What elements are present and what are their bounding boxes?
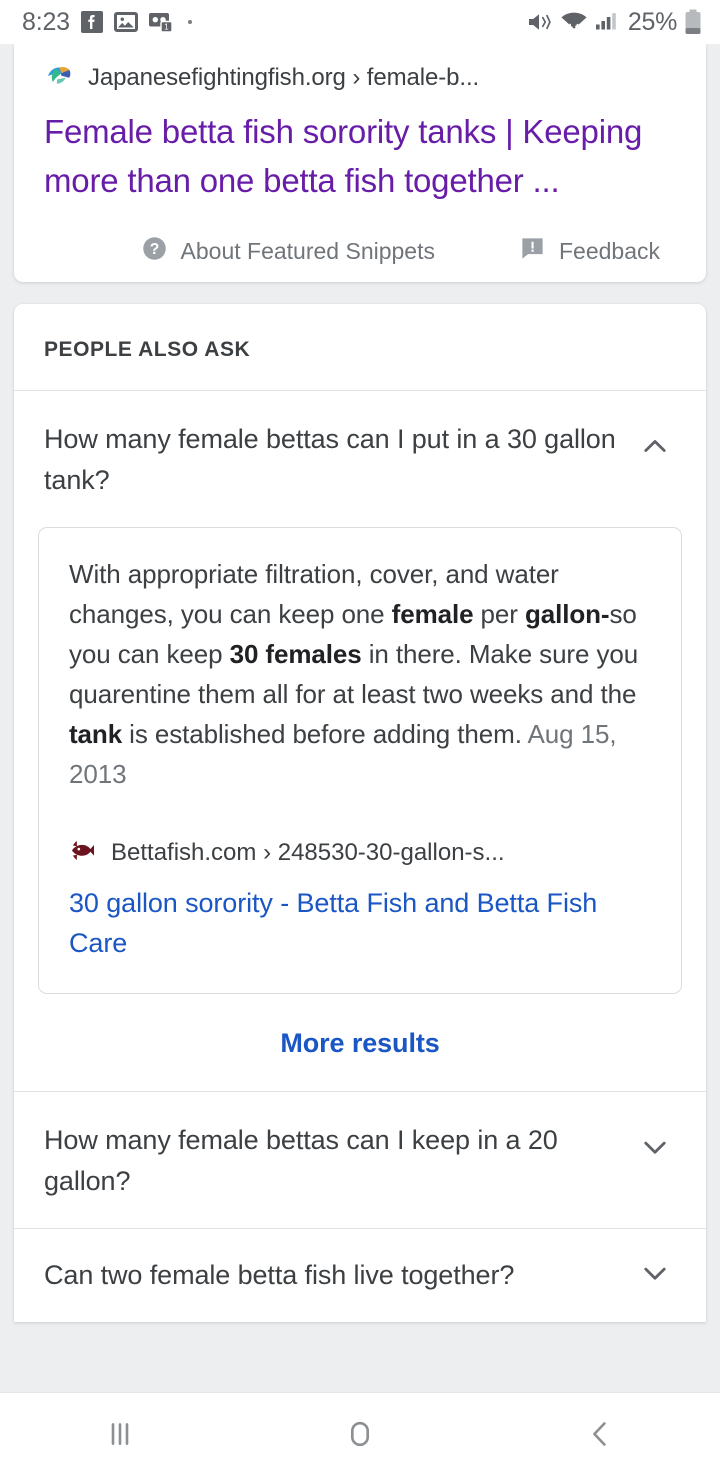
home-button[interactable] bbox=[240, 1413, 480, 1460]
android-nav-bar bbox=[0, 1392, 720, 1480]
paa-answer-source-url: Bettafish.com › 248530-30-gallon-s... bbox=[111, 838, 505, 866]
battery-percent: 25% bbox=[627, 7, 677, 36]
chevron-down-icon[interactable] bbox=[638, 1130, 676, 1169]
paa-item-collapsed: How many female bettas can I keep in a 2… bbox=[14, 1092, 706, 1228]
featured-snippet-title[interactable]: Female betta fish sorority tanks | Keepi… bbox=[14, 95, 706, 205]
featured-snippet-meta: ? About Featured Snippets Feedback bbox=[14, 205, 706, 268]
status-bar-right: 25% bbox=[527, 8, 702, 37]
battery-icon bbox=[684, 9, 702, 35]
voicemail-icon: 1 bbox=[148, 10, 174, 34]
paa-question-text: Can two female betta fish live together? bbox=[44, 1260, 515, 1290]
mute-icon bbox=[527, 10, 553, 34]
recents-button[interactable] bbox=[0, 1413, 240, 1460]
search-results-scroll[interactable]: Japanesefightingfish.org › female-b... F… bbox=[0, 44, 720, 1392]
svg-text:1: 1 bbox=[164, 23, 169, 32]
back-icon bbox=[579, 1413, 621, 1460]
paa-question-row[interactable]: How many female bettas can I keep in a 2… bbox=[14, 1092, 706, 1228]
people-also-ask-card: PEOPLE ALSO ASK How many female bettas c… bbox=[14, 304, 706, 1322]
featured-snippet-source-row[interactable]: Japanesefightingfish.org › female-b... bbox=[14, 44, 706, 95]
paa-answer-box: With appropriate filtration, cover, and … bbox=[38, 527, 682, 994]
svg-text:?: ? bbox=[149, 241, 159, 258]
paa-answer-wrap: With appropriate filtration, cover, and … bbox=[14, 527, 706, 994]
paa-question-text: How many female bettas can I put in a 30… bbox=[44, 424, 616, 495]
paa-question-text: How many female bettas can I keep in a 2… bbox=[44, 1125, 558, 1196]
japanesefightingfish-favicon bbox=[44, 60, 74, 95]
paa-answer-text: With appropriate filtration, cover, and … bbox=[69, 554, 651, 794]
chevron-up-icon[interactable] bbox=[638, 429, 676, 468]
status-bar-left: 8:23 1 bbox=[22, 8, 192, 37]
phone-screen: 8:23 1 25% Japanesefightingfish.org › fe… bbox=[0, 0, 720, 1480]
question-mark-icon: ? bbox=[141, 235, 168, 268]
facebook-icon bbox=[80, 10, 104, 34]
featured-snippet-source-url: Japanesefightingfish.org › female-b... bbox=[88, 63, 480, 91]
paa-question-row[interactable]: How many female bettas can I put in a 30… bbox=[14, 391, 706, 527]
featured-snippet-card[interactable]: Japanesefightingfish.org › female-b... F… bbox=[14, 44, 706, 282]
paa-item-collapsed: Can two female betta fish live together? bbox=[14, 1229, 706, 1322]
paa-answer-link[interactable]: 30 gallon sorority - Betta Fish and Bett… bbox=[69, 883, 651, 963]
about-featured-snippets-button[interactable]: ? About Featured Snippets bbox=[141, 235, 435, 268]
back-button[interactable] bbox=[480, 1413, 720, 1460]
status-time: 8:23 bbox=[22, 7, 70, 36]
paa-answer-source-row[interactable]: Bettafish.com › 248530-30-gallon-s... bbox=[69, 836, 651, 869]
paa-item-expanded: How many female bettas can I put in a 30… bbox=[14, 391, 706, 1091]
wifi-icon bbox=[560, 10, 588, 34]
bettafish-favicon bbox=[69, 836, 97, 869]
status-dot bbox=[187, 20, 192, 24]
home-icon bbox=[339, 1413, 381, 1460]
people-also-ask-heading: PEOPLE ALSO ASK bbox=[44, 338, 251, 361]
feedback-button[interactable]: Feedback bbox=[519, 235, 660, 268]
feedback-label: Feedback bbox=[558, 238, 660, 264]
photo-icon bbox=[113, 10, 138, 34]
feedback-icon bbox=[519, 235, 546, 268]
about-featured-snippets-label: About Featured Snippets bbox=[180, 238, 435, 264]
recents-icon bbox=[99, 1413, 141, 1460]
paa-question-row[interactable]: Can two female betta fish live together? bbox=[14, 1229, 706, 1322]
status-bar: 8:23 1 25% bbox=[0, 0, 720, 44]
signal-icon bbox=[595, 10, 621, 34]
chevron-down-icon[interactable] bbox=[638, 1256, 676, 1295]
more-results-button[interactable]: More results bbox=[14, 994, 706, 1091]
